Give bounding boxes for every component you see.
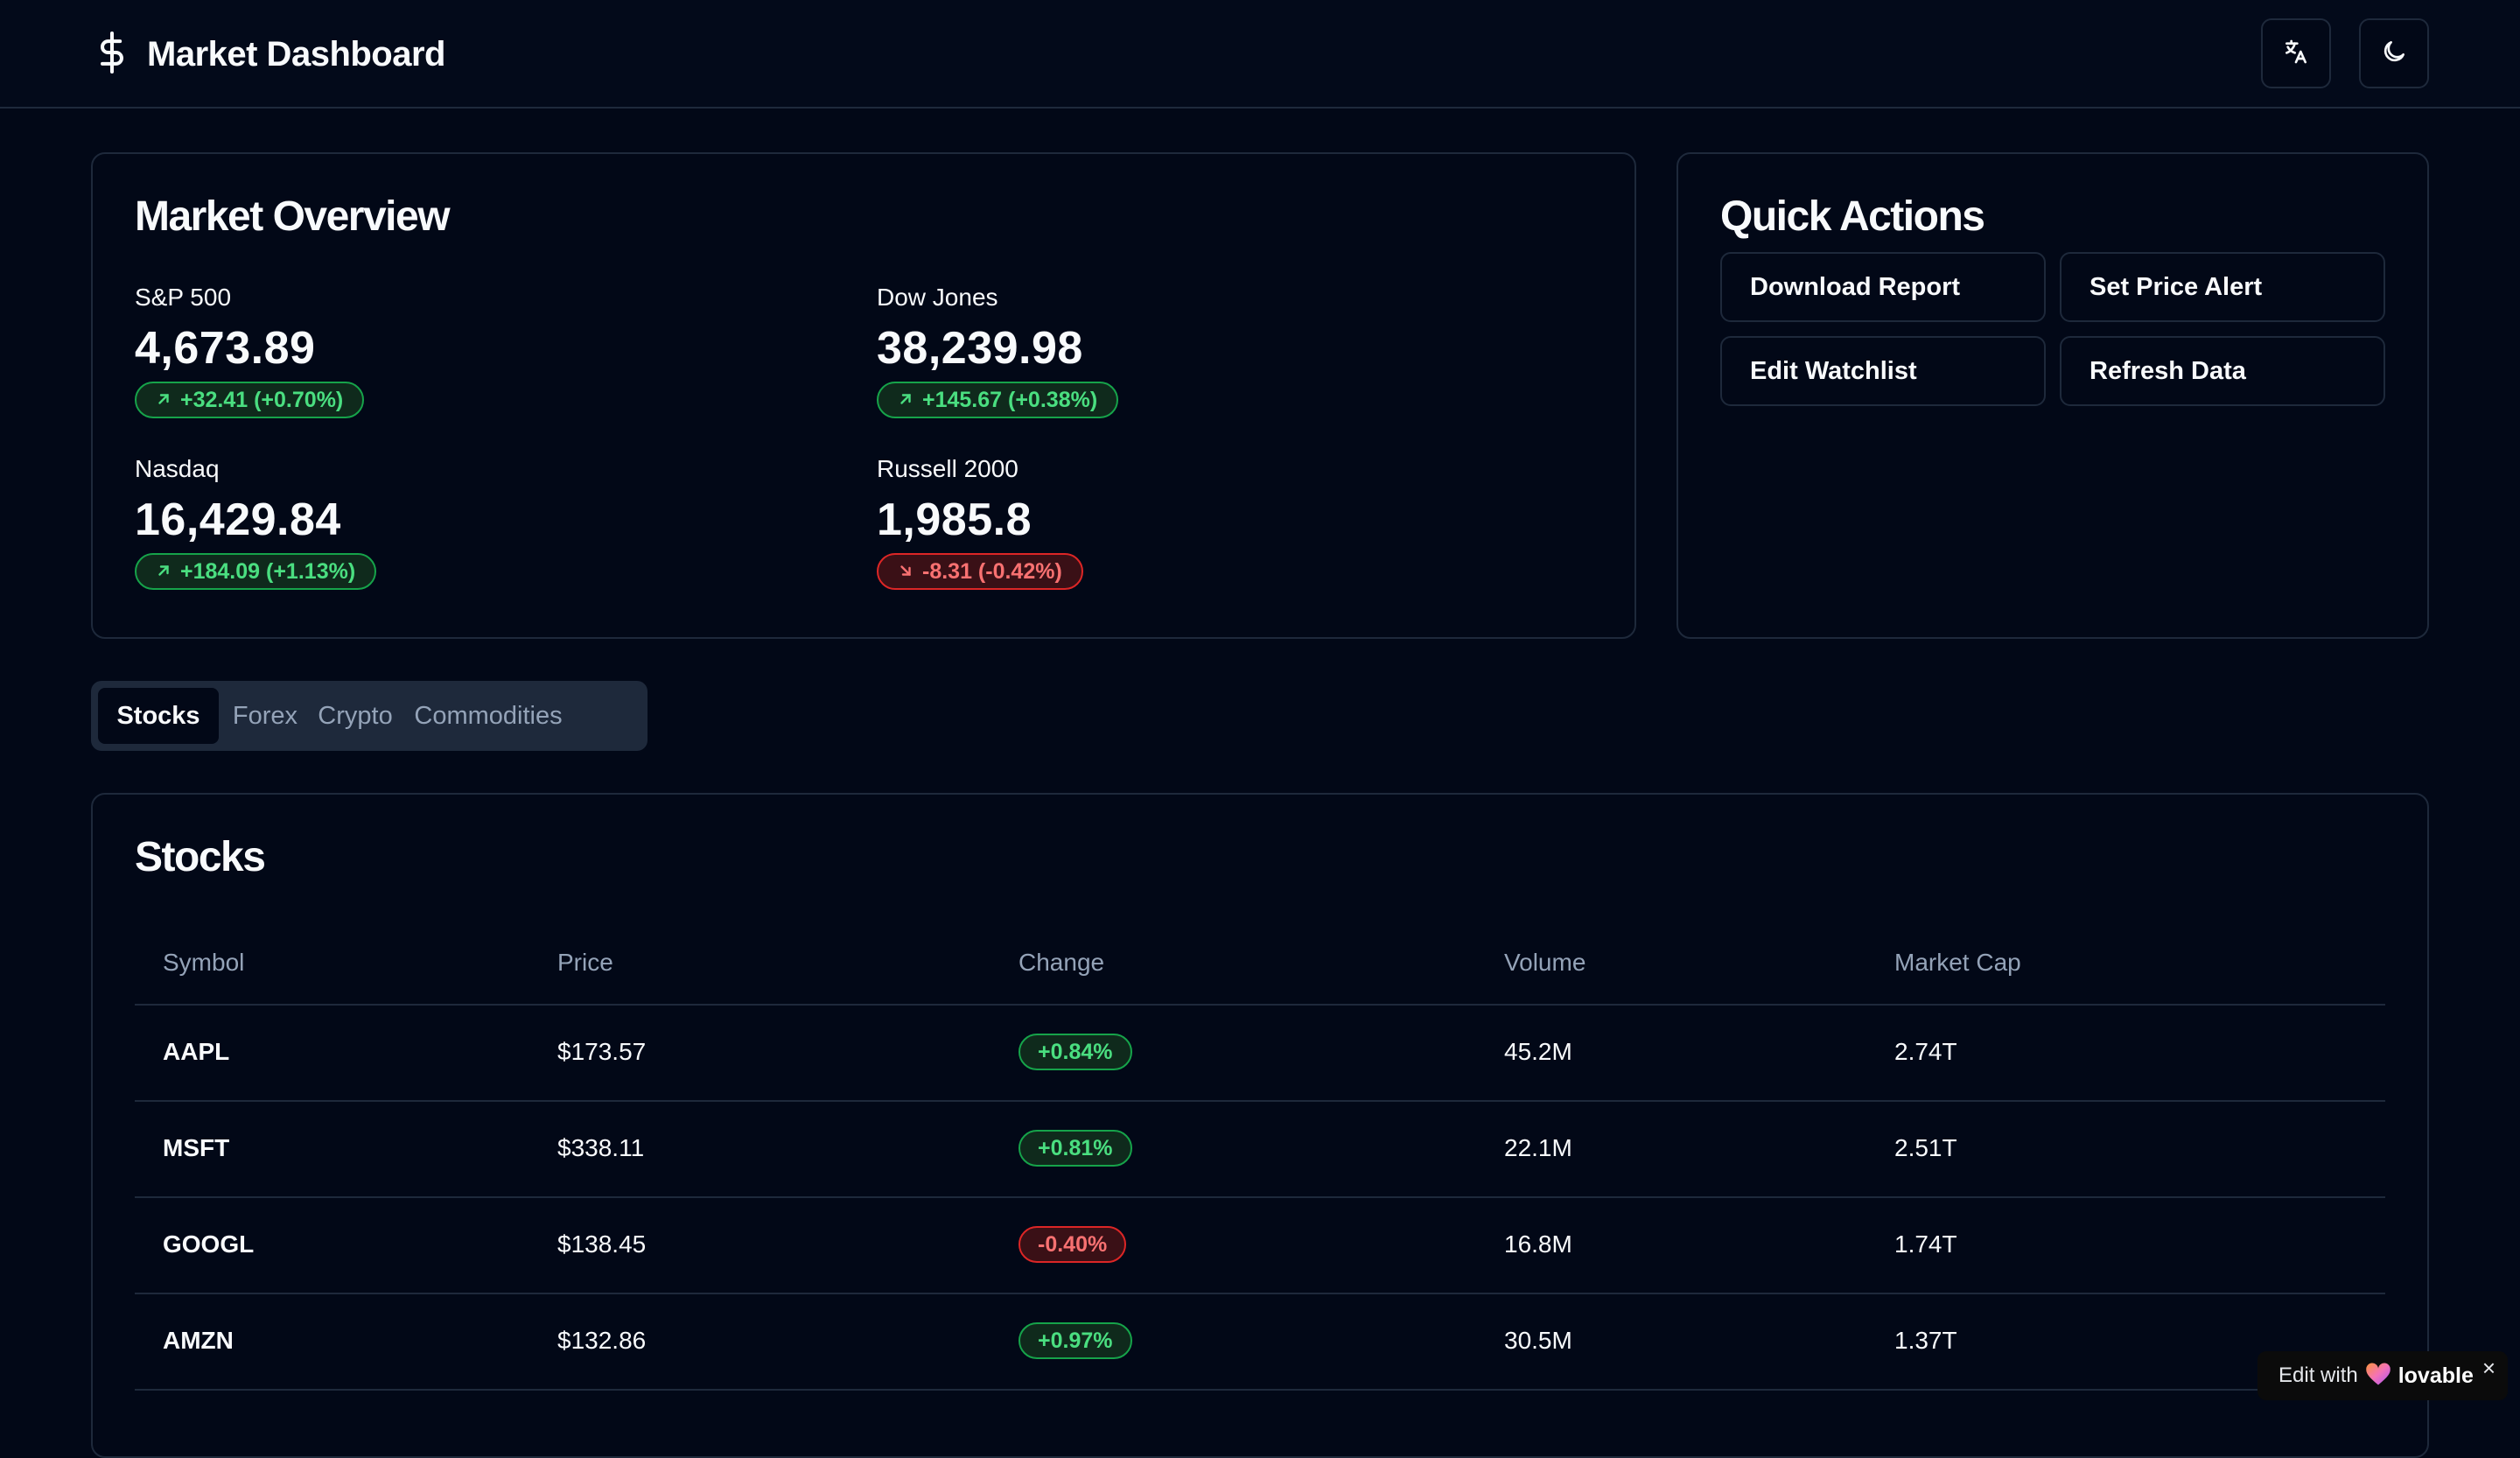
index-value: 38,239.98 [877, 323, 1083, 374]
index-name: S&P 500 [135, 284, 232, 311]
index-russell-2000: Russell 2000 1,985.8 -8.31 (-0.42%) [877, 455, 1083, 590]
market-tabs: Stocks Forex Crypto Commodities [91, 681, 648, 751]
column-header-price[interactable]: Price [557, 949, 613, 977]
cell-price: $173.57 [557, 1038, 647, 1065]
edit-with-lovable-badge[interactable]: Edit with lovable × [2258, 1351, 2508, 1400]
tab-forex[interactable]: Forex [226, 688, 304, 744]
index-change-badge: -8.31 (-0.42%) [877, 553, 1083, 590]
cell-change-badge: +0.97% [1018, 1322, 1132, 1359]
index-change-text: +32.41 (+0.70%) [180, 387, 344, 412]
index-sp500: S&P 500 4,673.89 +32.41 (+0.70%) [135, 284, 365, 418]
cell-symbol: AAPL [163, 1038, 230, 1065]
cell-volume: 30.5M [1504, 1327, 1572, 1354]
refresh-data-button[interactable]: Refresh Data [2060, 336, 2385, 406]
cell-volume: 45.2M [1504, 1038, 1572, 1065]
cell-volume: 22.1M [1504, 1134, 1572, 1161]
badge-brand: lovable [2398, 1363, 2474, 1388]
column-header-change[interactable]: Change [1018, 949, 1104, 977]
languages-icon [2282, 38, 2310, 70]
cell-market-cap: 1.37T [1894, 1327, 1957, 1354]
top-header: Market Dashboard [0, 0, 2520, 109]
cell-symbol: GOOGL [163, 1230, 255, 1258]
cell-change-badge: -0.40% [1018, 1226, 1127, 1263]
quick-actions-title: Quick Actions [1720, 193, 1985, 240]
arrow-down-right-icon [898, 559, 914, 585]
cell-market-cap: 2.74T [1894, 1038, 1957, 1065]
market-overview-title: Market Overview [135, 193, 451, 240]
edit-watchlist-button[interactable]: Edit Watchlist [1720, 336, 2046, 406]
table-divider [135, 1293, 2385, 1294]
market-overview-card: Market Overview S&P 500 4,673.89 +32.41 … [91, 152, 1636, 639]
moon-icon [2380, 38, 2408, 70]
cell-price: $338.11 [557, 1134, 645, 1161]
index-change-text: +184.09 (+1.13%) [180, 558, 356, 584]
close-icon[interactable]: × [2482, 1355, 2496, 1382]
arrow-up-right-icon [156, 559, 172, 585]
cell-price: $138.45 [557, 1230, 647, 1258]
index-value: 16,429.84 [135, 494, 341, 545]
cell-change-badge: +0.84% [1018, 1034, 1132, 1070]
app-title: Market Dashboard [147, 34, 445, 74]
tab-stocks[interactable]: Stocks [98, 688, 219, 744]
set-price-alert-button[interactable]: Set Price Alert [2060, 252, 2385, 322]
table-divider [135, 1196, 2385, 1198]
table-divider [135, 1100, 2385, 1102]
quick-actions-card: Quick Actions Download Report Set Price … [1676, 152, 2429, 639]
index-dow-jones: Dow Jones 38,239.98 +145.67 (+0.38%) [877, 284, 1119, 418]
index-change-text: -8.31 (-0.42%) [922, 558, 1062, 584]
index-name: Russell 2000 [877, 455, 1018, 482]
index-change-badge: +32.41 (+0.70%) [135, 382, 365, 418]
badge-prefix: Edit with [2278, 1363, 2358, 1387]
table-divider [135, 1389, 2385, 1391]
column-header-market-cap[interactable]: Market Cap [1894, 949, 2021, 977]
app-logo: Market Dashboard [93, 28, 445, 81]
index-name: Dow Jones [877, 284, 998, 311]
language-toggle-button[interactable] [2261, 18, 2331, 88]
tab-crypto[interactable]: Crypto [310, 688, 401, 744]
index-change-text: +145.67 (+0.38%) [922, 387, 1098, 412]
arrow-up-right-icon [898, 388, 914, 413]
tab-commodities[interactable]: Commodities [408, 688, 569, 744]
table-divider [135, 1004, 2385, 1006]
heart-icon [2365, 1362, 2391, 1391]
index-nasdaq: Nasdaq 16,429.84 +184.09 (+1.13%) [135, 455, 377, 590]
cell-volume: 16.8M [1504, 1230, 1572, 1258]
cell-market-cap: 2.51T [1894, 1134, 1957, 1161]
dollar-sign-icon [93, 30, 131, 80]
cell-symbol: MSFT [163, 1134, 230, 1161]
column-header-volume[interactable]: Volume [1504, 949, 1586, 977]
cell-change-badge: +0.81% [1018, 1130, 1132, 1167]
cell-market-cap: 1.74T [1894, 1230, 1957, 1258]
stocks-card: Stocks [91, 793, 2429, 1458]
index-change-badge: +145.67 (+0.38%) [877, 382, 1119, 418]
theme-toggle-button[interactable] [2359, 18, 2429, 88]
column-header-symbol[interactable]: Symbol [163, 949, 244, 977]
index-value: 4,673.89 [135, 323, 316, 374]
download-report-button[interactable]: Download Report [1720, 252, 2046, 322]
stocks-title: Stocks [135, 834, 266, 880]
arrow-up-right-icon [156, 388, 172, 413]
index-name: Nasdaq [135, 455, 220, 482]
cell-symbol: AMZN [163, 1327, 234, 1354]
index-value: 1,985.8 [877, 494, 1032, 545]
index-change-badge: +184.09 (+1.13%) [135, 553, 377, 590]
cell-price: $132.86 [557, 1327, 647, 1354]
